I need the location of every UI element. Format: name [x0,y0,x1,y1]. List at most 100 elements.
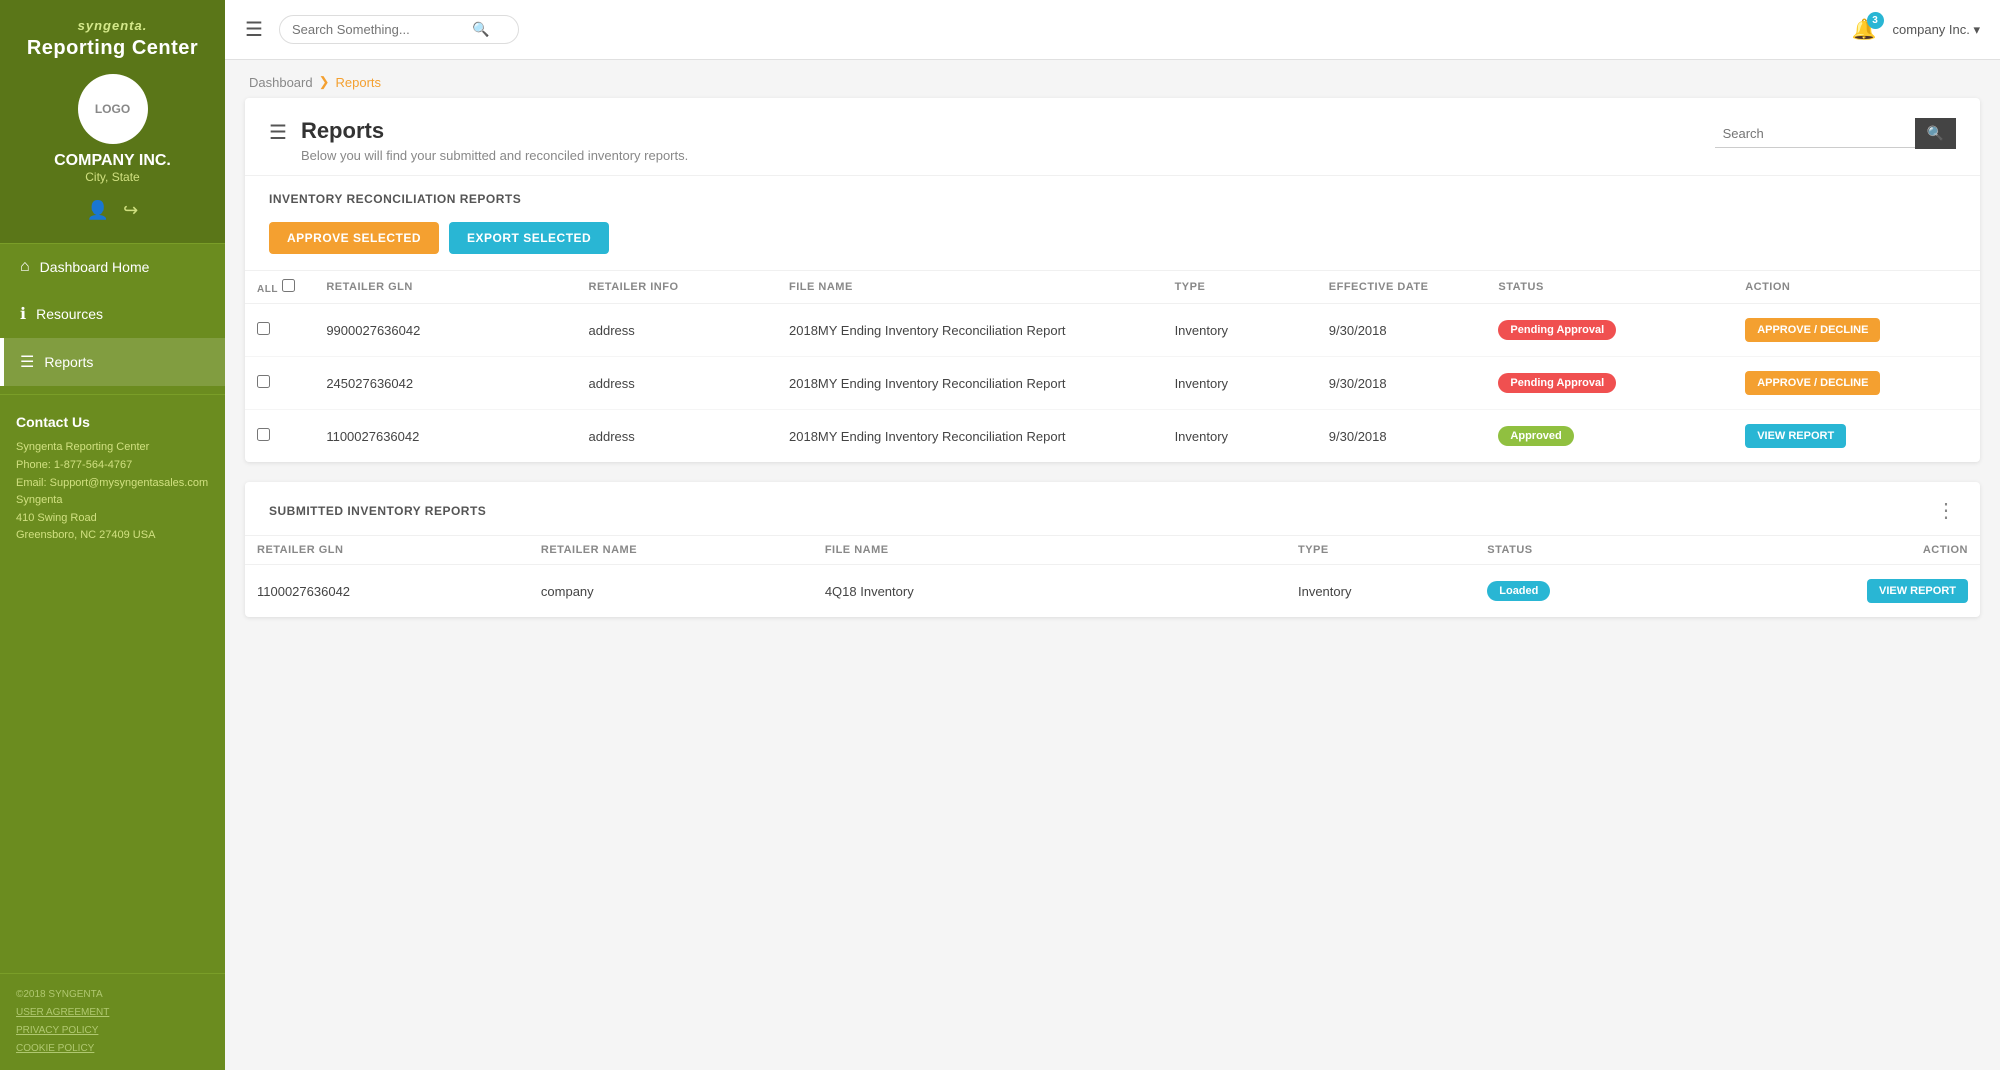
submitted-header: SUBMITTED INVENTORY REPORTS ⋮ [245,482,1980,535]
submitted-section-label: SUBMITTED INVENTORY REPORTS [269,504,486,518]
col-effective-date: EFFECTIVE DATE [1317,271,1487,304]
row-gln: 9900027636042 [314,304,576,357]
three-dots-menu[interactable]: ⋮ [1936,498,1956,523]
contact-line1: Syngenta Reporting Center [16,439,209,457]
row-file-name: 2018MY Ending Inventory Reconciliation R… [777,304,1163,357]
row-action-button[interactable]: APPROVE / DECLINE [1745,318,1880,342]
contact-email: Email: Support@mysyngentasales.com [16,475,209,493]
col-retailer-info: RETAILER INFO [577,271,777,304]
contact-city-state-zip: Greensboro, NC 27409 USA [16,527,209,545]
breadcrumb-home[interactable]: Dashboard [249,75,313,90]
col-retailer-gln: RETAILER GLN [314,271,576,304]
search-input[interactable] [292,22,472,37]
avatar: LOGO [78,74,148,144]
row-checkbox-cell [245,410,314,463]
row-date: 9/30/2018 [1317,304,1487,357]
sidebar-item-dashboard[interactable]: ⌂ Dashboard Home [0,244,225,290]
footer-privacy-policy[interactable]: PRIVACY POLICY [16,1022,209,1040]
table-row: 9900027636042 address 2018MY Ending Inve… [245,304,1980,357]
search-bar: 🔍 [279,15,519,44]
sidebar-item-resources-label: Resources [36,306,103,322]
row-status: Pending Approval [1486,304,1733,357]
row-checkbox[interactable] [257,428,270,441]
row-checkbox-cell [245,357,314,410]
footer-user-agreement[interactable]: USER AGREEMENT [16,1004,209,1022]
col-file-name: FILE NAME [777,271,1163,304]
hamburger-menu-icon[interactable]: ☰ [245,17,263,42]
sub-row-action-button[interactable]: VIEW REPORT [1867,579,1968,603]
table-row: 1100027636042 address 2018MY Ending Inve… [245,410,1980,463]
row-date: 9/30/2018 [1317,357,1487,410]
row-action-cell: VIEW REPORT [1733,410,1980,463]
sidebar-footer: ©2018 SYNGENTA USER AGREEMENT PRIVACY PO… [0,973,225,1070]
footer-cookie-policy[interactable]: COOKIE POLICY [16,1040,209,1058]
sub-row-type: Inventory [1286,565,1475,618]
company-location: City, State [16,170,209,184]
sub-col-gln: RETAILER GLN [245,536,529,565]
card-header-icon: ☰ [269,120,287,145]
sidebar-item-reports-label: Reports [44,354,93,370]
row-info: address [577,357,777,410]
sidebar-item-reports[interactable]: ☰ Reports [0,338,225,386]
approve-selected-button[interactable]: APPROVE SELECTED [269,222,439,254]
reports-search-button[interactable]: 🔍 [1915,118,1956,149]
search-icon[interactable]: 🔍 [472,21,489,38]
col-type: TYPE [1163,271,1317,304]
row-file-name: 2018MY Ending Inventory Reconciliation R… [777,357,1163,410]
row-checkbox[interactable] [257,375,270,388]
table-header-row: ALL RETAILER GLN RETAILER INFO FILE NAME… [245,271,1980,304]
row-type: Inventory [1163,410,1317,463]
row-type: Inventory [1163,357,1317,410]
card-title: Reports [301,118,688,144]
submitted-card: SUBMITTED INVENTORY REPORTS ⋮ RETAILER G… [245,482,1980,617]
row-checkbox[interactable] [257,322,270,335]
inventory-table-body: 9900027636042 address 2018MY Ending Inve… [245,304,1980,463]
row-action-button[interactable]: VIEW REPORT [1745,424,1846,448]
row-status: Approved [1486,410,1733,463]
status-badge: Approved [1498,426,1573,446]
topbar: ☰ 🔍 🔔 3 company Inc. ▾ [225,0,2000,60]
row-action-button[interactable]: APPROVE / DECLINE [1745,371,1880,395]
contact-us-title: Contact Us [16,411,209,433]
row-checkbox-cell [245,304,314,357]
col-action: ACTION [1733,271,1980,304]
sub-col-name: RETAILER NAME [529,536,813,565]
sub-row-status: Loaded [1475,565,1727,618]
row-gln: 1100027636042 [314,410,576,463]
inventory-table: ALL RETAILER GLN RETAILER INFO FILE NAME… [245,270,1980,462]
status-badge: Pending Approval [1498,373,1616,393]
row-action-cell: APPROVE / DECLINE [1733,304,1980,357]
reports-icon: ☰ [20,352,34,372]
sub-col-action: ACTION [1728,536,1980,565]
notification-badge: 3 [1867,12,1884,29]
action-bar: APPROVE SELECTED EXPORT SELECTED [245,214,1980,270]
row-file-name: 2018MY Ending Inventory Reconciliation R… [777,410,1163,463]
user-dropdown[interactable]: company Inc. ▾ [1893,22,1980,38]
col-all-label: ALL [257,284,278,295]
sidebar-icons-row: 👤 ↪ [16,194,209,233]
content: ☰ Reports Below you will find your submi… [225,98,2000,657]
status-badge: Loaded [1487,581,1550,601]
sidebar-header: syngenta. Reporting Center LOGO COMPANY … [0,0,225,243]
user-profile-icon[interactable]: 👤 [87,200,109,221]
reports-search-input[interactable] [1715,120,1915,148]
row-action-cell: APPROVE / DECLINE [1733,357,1980,410]
sub-row-name: company [529,565,813,618]
row-status: Pending Approval [1486,357,1733,410]
row-gln: 245027636042 [314,357,576,410]
card-header-text: Reports Below you will find your submitt… [301,118,688,163]
export-selected-button[interactable]: EXPORT SELECTED [449,222,609,254]
col-all: ALL [245,271,314,304]
sidebar-item-resources[interactable]: ℹ Resources [0,290,225,338]
card-header: ☰ Reports Below you will find your submi… [245,98,1980,176]
col-status: STATUS [1486,271,1733,304]
select-all-checkbox[interactable] [282,279,295,292]
breadcrumb-current: Reports [336,75,382,90]
row-info: address [577,304,777,357]
info-icon: ℹ [20,304,26,324]
notification-button[interactable]: 🔔 3 [1852,17,1877,42]
sub-col-type: TYPE [1286,536,1475,565]
logout-icon[interactable]: ↪ [123,200,138,221]
contact-phone: Phone: 1-877-564-4767 [16,457,209,475]
sub-col-status: STATUS [1475,536,1727,565]
